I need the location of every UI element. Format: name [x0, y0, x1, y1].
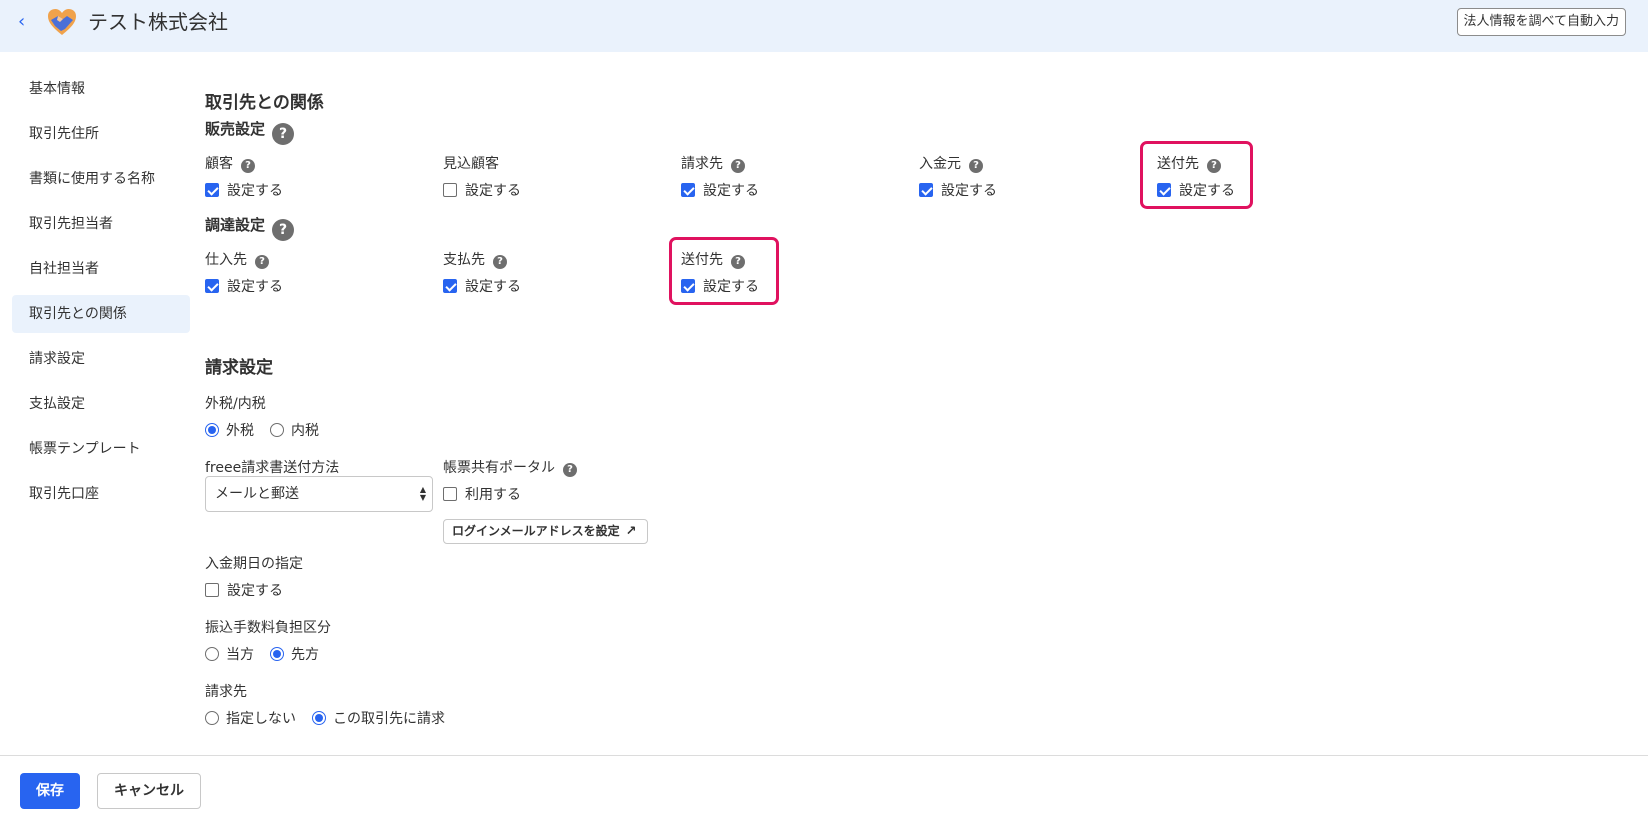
- fee-their-side-option[interactable]: 先方: [291, 644, 319, 664]
- sidebar-item-relationship[interactable]: 取引先との関係: [12, 295, 190, 333]
- bill-to-field-label: 請求先?: [681, 153, 745, 173]
- sales-ship-to-checkbox[interactable]: 設定する: [1157, 180, 1235, 200]
- transfer-fee-label: 振込手数料負担区分: [205, 620, 331, 636]
- sidebar-item-billing-settings[interactable]: 請求設定: [12, 340, 190, 378]
- help-icon[interactable]: ?: [493, 255, 507, 269]
- header-bar: ‹ テスト株式会社 法人情報を調べて自動入力: [0, 0, 1648, 52]
- back-chevron-icon[interactable]: ‹: [18, 10, 34, 34]
- section-sidebar: 基本情報 取引先住所 書類に使用する名称 取引先担当者 自社担当者 取引先との関…: [12, 70, 190, 520]
- sidebar-item-partner-bank-account[interactable]: 取引先口座: [12, 475, 190, 513]
- due-date-label: 入金期日の指定: [205, 556, 303, 572]
- footer-action-bar: 保存 キャンセル: [0, 755, 1648, 821]
- payee-checkbox[interactable]: 設定する: [443, 276, 521, 296]
- radio-unselected-icon[interactable]: [270, 423, 284, 437]
- sidebar-item-basic-info[interactable]: 基本情報: [12, 70, 190, 108]
- customer-field-label: 顧客?: [205, 153, 255, 173]
- payer-checkbox[interactable]: 設定する: [919, 180, 997, 200]
- procurement-ship-to-field-label: 送付先?: [681, 249, 745, 269]
- send-method-value: メールと郵送: [215, 486, 299, 502]
- external-link-icon: ↗: [625, 524, 637, 539]
- procurement-ship-to-checkbox[interactable]: 設定する: [681, 276, 759, 296]
- help-icon[interactable]: ?: [272, 219, 295, 241]
- auto-fill-corporate-info-button[interactable]: 法人情報を調べて自動入力: [1456, 8, 1626, 36]
- sidebar-item-partner-contact[interactable]: 取引先担当者: [12, 205, 190, 243]
- send-method-label: freee請求書送付方法: [205, 460, 340, 476]
- handshake-heart-logo-icon: [48, 9, 76, 35]
- section-title-billing: 請求設定: [205, 358, 273, 378]
- bill-to-checkbox[interactable]: 設定する: [681, 180, 759, 200]
- help-icon[interactable]: ?: [241, 159, 255, 173]
- help-icon[interactable]: ?: [255, 255, 269, 269]
- radio-unselected-icon[interactable]: [205, 711, 219, 725]
- checkbox-checked-icon: [1157, 183, 1171, 197]
- radio-selected-icon[interactable]: [312, 711, 326, 725]
- help-icon[interactable]: ?: [272, 123, 295, 145]
- payee-field-label: 支払先?: [443, 249, 507, 269]
- portal-label: 帳票共有ポータル?: [443, 457, 577, 477]
- sales-settings-title: 販売設定: [205, 120, 266, 138]
- radio-selected-icon[interactable]: [270, 647, 284, 661]
- checkbox-checked-icon: [205, 279, 219, 293]
- help-icon[interactable]: ?: [1207, 159, 1221, 173]
- help-icon[interactable]: ?: [563, 463, 577, 477]
- tax-inclusive-option[interactable]: 内税: [291, 420, 319, 440]
- prospect-checkbox[interactable]: 設定する: [443, 180, 521, 200]
- sidebar-item-document-name[interactable]: 書類に使用する名称: [12, 160, 190, 198]
- procurement-settings-heading: 調達設定?: [205, 214, 295, 241]
- fee-our-side-option[interactable]: 当方: [226, 644, 254, 664]
- select-arrows-icon: ▲ ▼: [419, 485, 426, 502]
- company-name-title: テスト株式会社: [88, 10, 228, 34]
- radio-selected-icon[interactable]: [205, 423, 219, 437]
- sidebar-item-own-contact[interactable]: 自社担当者: [12, 250, 190, 288]
- bill-to-radio-group: 指定しない この取引先に請求: [205, 708, 445, 728]
- save-button[interactable]: 保存: [20, 773, 80, 809]
- bill-to-none-option[interactable]: 指定しない: [226, 708, 296, 728]
- sales-ship-to-field-label: 送付先?: [1157, 153, 1221, 173]
- portal-checkbox[interactable]: 利用する: [443, 484, 521, 504]
- tax-type-radio-group: 外税 内税: [205, 420, 319, 440]
- help-icon[interactable]: ?: [731, 255, 745, 269]
- tax-exclusive-option[interactable]: 外税: [226, 420, 254, 440]
- sidebar-item-document-template[interactable]: 帳票テンプレート: [12, 430, 190, 468]
- radio-unselected-icon[interactable]: [205, 647, 219, 661]
- supplier-checkbox[interactable]: 設定する: [205, 276, 283, 296]
- supplier-field-label: 仕入先?: [205, 249, 269, 269]
- checkbox-unchecked-icon: [443, 487, 457, 501]
- checkbox-checked-icon: [919, 183, 933, 197]
- cancel-button[interactable]: キャンセル: [97, 773, 201, 809]
- customer-checkbox[interactable]: 設定する: [205, 180, 283, 200]
- sales-settings-heading: 販売設定?: [205, 118, 295, 145]
- section-title-relationship: 取引先との関係: [205, 93, 324, 113]
- checkbox-checked-icon: [443, 279, 457, 293]
- checkbox-unchecked-icon: [205, 583, 219, 597]
- bill-to-this-partner-option[interactable]: この取引先に請求: [333, 708, 445, 728]
- sidebar-item-partner-address[interactable]: 取引先住所: [12, 115, 190, 153]
- payer-field-label: 入金元?: [919, 153, 983, 173]
- checkbox-unchecked-icon: [443, 183, 457, 197]
- bill-to-setting-label: 請求先: [205, 684, 247, 700]
- checkbox-checked-icon: [205, 183, 219, 197]
- sidebar-item-payment-settings[interactable]: 支払設定: [12, 385, 190, 423]
- checkbox-checked-icon: [681, 183, 695, 197]
- send-method-select[interactable]: メールと郵送 ▲ ▼: [205, 476, 433, 512]
- transfer-fee-radio-group: 当方 先方: [205, 644, 319, 664]
- tax-type-label: 外税/内税: [205, 396, 266, 412]
- procurement-settings-title: 調達設定: [205, 216, 266, 234]
- due-date-checkbox[interactable]: 設定する: [205, 580, 283, 600]
- set-login-email-button[interactable]: ログインメールアドレスを設定 ↗: [443, 519, 648, 544]
- help-icon[interactable]: ?: [969, 159, 983, 173]
- help-icon[interactable]: ?: [731, 159, 745, 173]
- prospect-field-label: 見込顧客: [443, 156, 499, 172]
- checkbox-checked-icon: [681, 279, 695, 293]
